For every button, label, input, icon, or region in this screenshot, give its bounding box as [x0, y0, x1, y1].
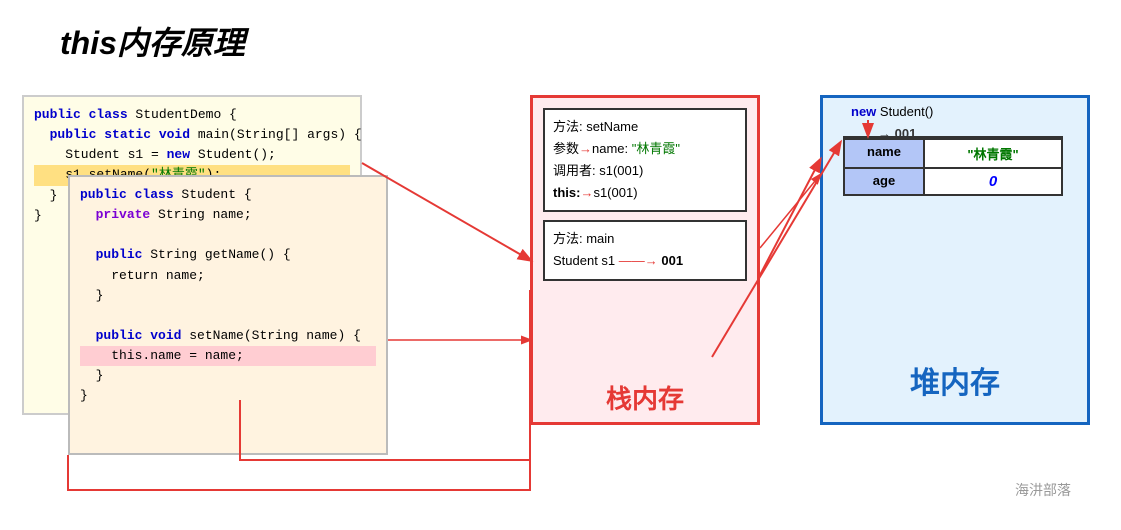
title-rest: 内存原理 [117, 25, 245, 61]
inner-line-2: private String name; [80, 205, 376, 225]
code-line-2: public static void main(String[] args) { [34, 125, 350, 145]
arrow-this-heap [760, 160, 820, 275]
heap-row-name: name "林青霞" [845, 138, 1061, 167]
heap-value-name: "林青霞" [925, 140, 1061, 167]
heap-row-age: age 0 [845, 167, 1061, 194]
inner-line-7 [80, 306, 376, 326]
stack-setname-caller: 调用者: s1(001) [553, 160, 737, 182]
inner-line-8: public void setName(String name) { [80, 326, 376, 346]
heap-object: name "林青霞" age 0 [843, 136, 1063, 196]
heap-field-age: age [845, 169, 925, 194]
stack-setname-title: 方法: setName [553, 116, 737, 138]
inner-line-11: } [80, 386, 376, 406]
heap-panel: new Student() → 001 name "林青霞" age 0 堆内存 [820, 95, 1090, 425]
heap-field-name: name [845, 140, 925, 167]
inner-line-3 [80, 225, 376, 245]
inner-line-5: return name; [80, 266, 376, 286]
code-line-3: Student s1 = new Student(); [34, 145, 350, 165]
stack-main-s1: Student s1 ——→ 001 [553, 250, 737, 272]
stack-setname-frame: 方法: setName 参数→name: "林青霞" 调用者: s1(001) … [543, 108, 747, 212]
stack-main-frame: 方法: main Student s1 ——→ 001 [543, 220, 747, 280]
inner-line-6: } [80, 286, 376, 306]
stack-setname-this: this:→s1(001) [553, 182, 737, 204]
inner-line-9-highlight: this.name = name; [80, 346, 376, 366]
inner-line-1: public class Student { [80, 185, 376, 205]
inner-line-4: public String getName() { [80, 245, 376, 265]
code-line-1: public class StudentDemo { [34, 105, 350, 125]
code-panel-student: public class Student { private String na… [68, 175, 388, 455]
arrow-name-heap [760, 175, 820, 248]
stack-setname-param: 参数→name: "林青霞" [553, 138, 737, 160]
stack-panel: 方法: setName 参数→name: "林青霞" 调用者: s1(001) … [530, 95, 760, 425]
page-title: this内存原理 [60, 18, 245, 64]
new-student-label: new Student() [851, 104, 933, 119]
stack-main-title: 方法: main [553, 228, 737, 250]
inner-line-10: } [80, 366, 376, 386]
heap-label: 堆内存 [910, 358, 1000, 402]
stack-label: 栈内存 [606, 379, 684, 416]
watermark: 海汫部落 [1015, 480, 1071, 500]
title-this: this [60, 25, 117, 61]
heap-value-age: 0 [925, 169, 1061, 194]
